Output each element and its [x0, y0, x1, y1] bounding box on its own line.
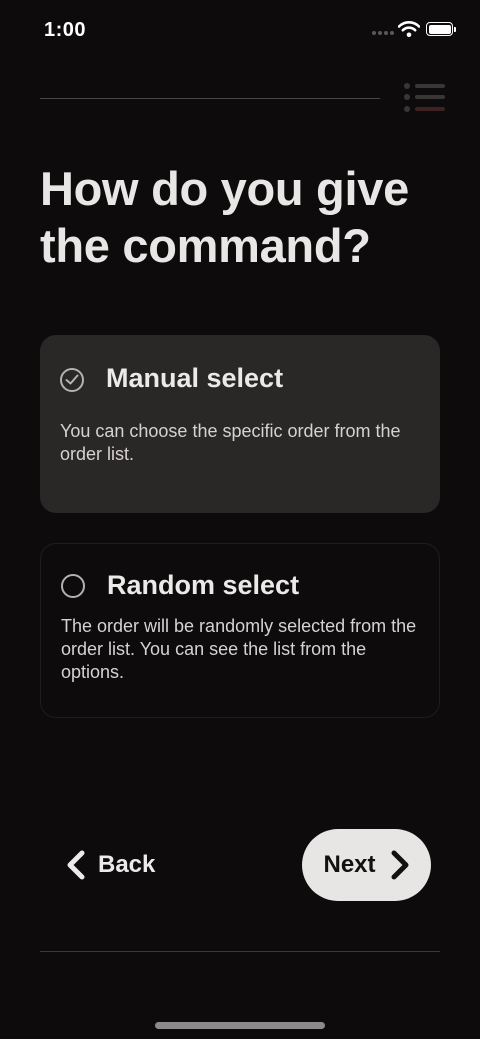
status-time: 1:00 — [44, 19, 87, 41]
option-title: Manual select — [106, 363, 284, 393]
radio-icon — [61, 574, 85, 598]
wifi-icon — [398, 21, 420, 38]
back-label: Back — [98, 851, 156, 878]
option-random-select[interactable]: Random select The order will be randomly… — [40, 543, 440, 718]
chevron-right-icon — [391, 850, 409, 880]
battery-icon — [426, 22, 456, 36]
next-button[interactable]: Next — [302, 829, 431, 901]
option-description: You can choose the specific order from t… — [60, 421, 401, 464]
page-title: How do you give the command? — [40, 162, 409, 272]
check-icon — [60, 368, 84, 392]
option-title: Random select — [107, 570, 300, 600]
list-icon[interactable] — [402, 82, 446, 116]
divider — [40, 951, 440, 952]
option-description: The order will be randomly selected from… — [61, 616, 417, 682]
status-bar: 1:00 — [0, 0, 480, 60]
progress-indicator — [40, 98, 380, 99]
chevron-left-icon — [67, 850, 85, 880]
home-indicator — [155, 1022, 325, 1029]
option-manual-select[interactable]: Manual select You can choose the specifi… — [40, 335, 440, 513]
next-label: Next — [323, 851, 376, 878]
back-button[interactable]: Back — [66, 843, 155, 887]
cellular-signal-icon — [372, 31, 394, 37]
